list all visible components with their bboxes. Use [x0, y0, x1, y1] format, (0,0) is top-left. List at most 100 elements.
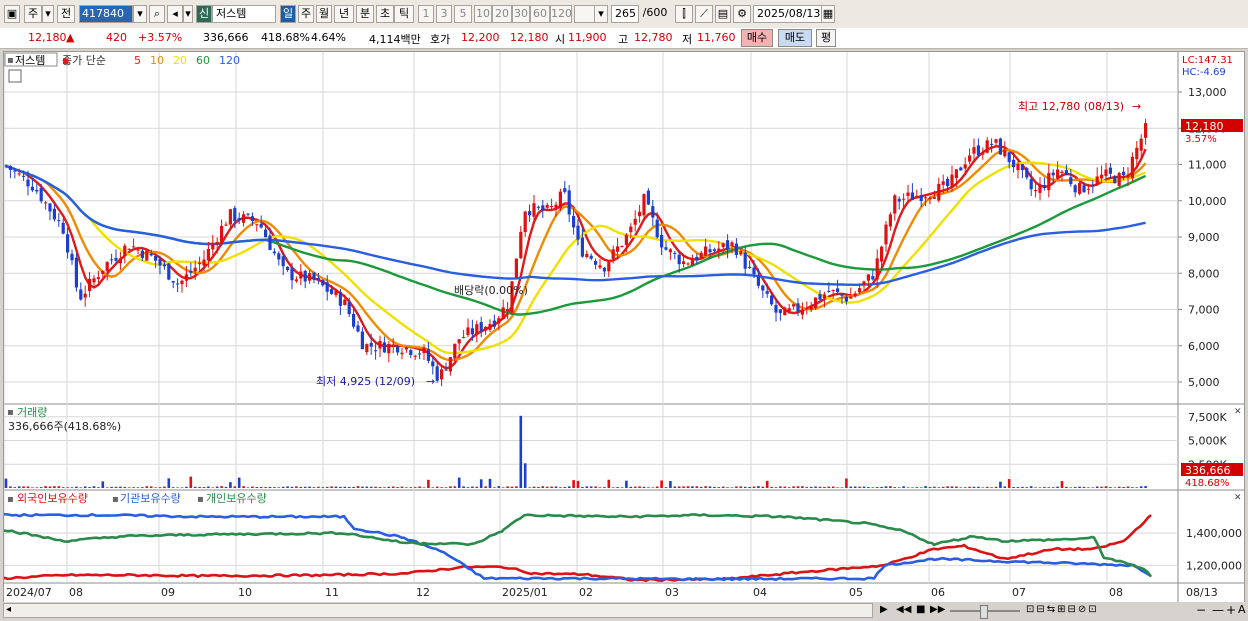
speaker-dropdown-icon[interactable]: ▾ — [183, 5, 193, 23]
interval-5-button[interactable]: 5 — [454, 5, 472, 23]
interval-120-button[interactable]: 120 — [550, 5, 572, 23]
candle-body — [114, 257, 118, 261]
period-week-button[interactable]: 주 — [298, 5, 314, 23]
candle-body — [44, 202, 48, 204]
interval-60-button[interactable]: 60 — [530, 5, 550, 23]
zoom-slider-handle[interactable] — [980, 605, 988, 619]
mode1-button[interactable]: 주 — [24, 5, 42, 23]
stock-code-input[interactable]: 417840 — [79, 5, 133, 23]
volume-bar — [985, 486, 989, 488]
chart-svg[interactable]: ▪ 저스템 종가 단순 ▪ 5 10 20 60 120 LC:147.31 HC:-4… — [3, 52, 1244, 602]
scroll-left-icon[interactable]: ◂ — [6, 604, 11, 615]
period-tick-button[interactable]: 틱 — [394, 5, 414, 23]
period-year-button[interactable]: 년 — [334, 5, 354, 23]
calendar-icon[interactable]: ▦ — [821, 5, 835, 23]
forward-icon[interactable]: ▶▶ — [930, 604, 945, 615]
volume-bar — [620, 487, 624, 488]
candle-body — [844, 296, 848, 302]
date-axis-label: 04 — [753, 586, 767, 599]
period-second-button[interactable]: 초 — [376, 5, 394, 23]
candle-body — [418, 353, 422, 355]
candle-type-icon[interactable]: ⫿ — [675, 5, 693, 23]
interval-1-button[interactable]: 1 — [418, 5, 434, 23]
interval-10-button[interactable]: 10 — [474, 5, 492, 23]
candle-body — [554, 204, 558, 208]
volume-bar — [761, 486, 765, 488]
horizontal-scrollbar[interactable]: ◂ — [3, 603, 873, 618]
candle-body — [167, 263, 171, 280]
interval-30-button[interactable]: 30 — [512, 5, 530, 23]
date-input[interactable]: 2025/08/13 — [753, 5, 823, 23]
volume-settings-icon[interactable]: ▪ — [7, 407, 14, 418]
window-menu-icon[interactable]: ▣ — [4, 5, 20, 23]
candle-body — [818, 294, 822, 300]
period-minute-button[interactable]: 분 — [356, 5, 374, 23]
candle-body — [726, 240, 730, 250]
buy-button[interactable]: 매수 — [741, 29, 773, 47]
candle-body — [937, 183, 941, 201]
settings-gear-icon[interactable]: ⚙ — [733, 5, 751, 23]
volume-bar — [576, 480, 580, 488]
volume-bar — [229, 482, 232, 488]
candle-body — [884, 224, 888, 245]
play-icon[interactable]: ▶ — [880, 604, 888, 615]
candle-body — [849, 296, 853, 299]
draw-tool-icon[interactable]: ⟋ — [695, 5, 713, 23]
stock-name-field[interactable]: 저스템 — [212, 5, 276, 23]
candle-body — [946, 178, 950, 187]
zoom-out-icon[interactable]: − — [1196, 603, 1206, 617]
candle-body — [743, 252, 747, 269]
volume-bar — [862, 486, 866, 488]
panel-settings-icon[interactable]: ▪ — [7, 55, 14, 66]
stop-icon[interactable]: ■ — [916, 604, 925, 615]
candle-body — [470, 328, 474, 335]
holdings-settings-icon[interactable]: ▪ — [7, 494, 14, 505]
interval-3-button[interactable]: 3 — [436, 5, 452, 23]
chart-area[interactable]: ▪ 저스템 종가 단순 ▪ 5 10 20 60 120 LC:147.31 HC:-4… — [3, 51, 1245, 603]
rewind-icon[interactable]: ◀◀ — [896, 604, 911, 615]
candle-body — [858, 288, 862, 293]
candle-body — [343, 299, 347, 305]
volume-bar — [427, 479, 430, 488]
candle-body — [66, 234, 70, 253]
volume-bar — [1029, 486, 1033, 488]
sell-button[interactable]: 매도 — [778, 29, 812, 47]
volume-bar — [515, 486, 518, 488]
candle-body — [827, 290, 831, 292]
candle-body — [875, 258, 879, 280]
candle-body — [1064, 170, 1068, 175]
candle-body — [796, 303, 800, 312]
count-input[interactable]: 265 — [611, 5, 639, 23]
candle-body — [57, 220, 61, 222]
period-month-button[interactable]: 월 — [316, 5, 332, 23]
interval-20-button[interactable]: 20 — [492, 5, 512, 23]
draw-line-icon[interactable]: — — [1212, 603, 1224, 617]
candle-body — [1117, 172, 1121, 186]
chart-tools-icon[interactable]: ⊡⊟⇆⊞⊟⊘⊡ — [1026, 604, 1099, 615]
mode2-button[interactable]: 전 — [57, 5, 75, 23]
price-tick-label: 10,000 — [1188, 195, 1227, 208]
holdings-close-icon[interactable]: ✕ — [1234, 493, 1242, 503]
candle-body — [4, 165, 8, 167]
text-tool-icon[interactable]: A — [1238, 603, 1246, 616]
volume-bar — [127, 487, 131, 488]
period-day-button[interactable]: 일 — [280, 5, 296, 23]
code-dropdown-icon[interactable]: ▾ — [133, 5, 147, 23]
volume-close-icon[interactable]: ✕ — [1234, 407, 1242, 417]
save-icon[interactable]: ▤ — [715, 5, 731, 23]
speaker-icon[interactable]: ◂ — [167, 5, 183, 23]
volume-bar — [92, 486, 96, 488]
search-icon[interactable]: ⌕ — [149, 5, 165, 23]
zoom-in-icon[interactable]: + — [1226, 603, 1236, 617]
volume-bar — [1043, 487, 1046, 488]
date-axis-label: 11 — [325, 586, 339, 599]
eval-button[interactable]: 평 — [816, 29, 836, 47]
table-toggle-icon[interactable] — [8, 69, 22, 83]
candle-body — [1082, 185, 1086, 193]
interval-dropdown-icon[interactable]: ▾ — [594, 5, 608, 23]
volume-bar — [435, 486, 439, 488]
volume-bar — [880, 486, 883, 488]
volume-bar — [189, 476, 193, 488]
volume-bar — [572, 480, 575, 488]
mode1-dropdown-icon[interactable]: ▾ — [42, 5, 54, 23]
